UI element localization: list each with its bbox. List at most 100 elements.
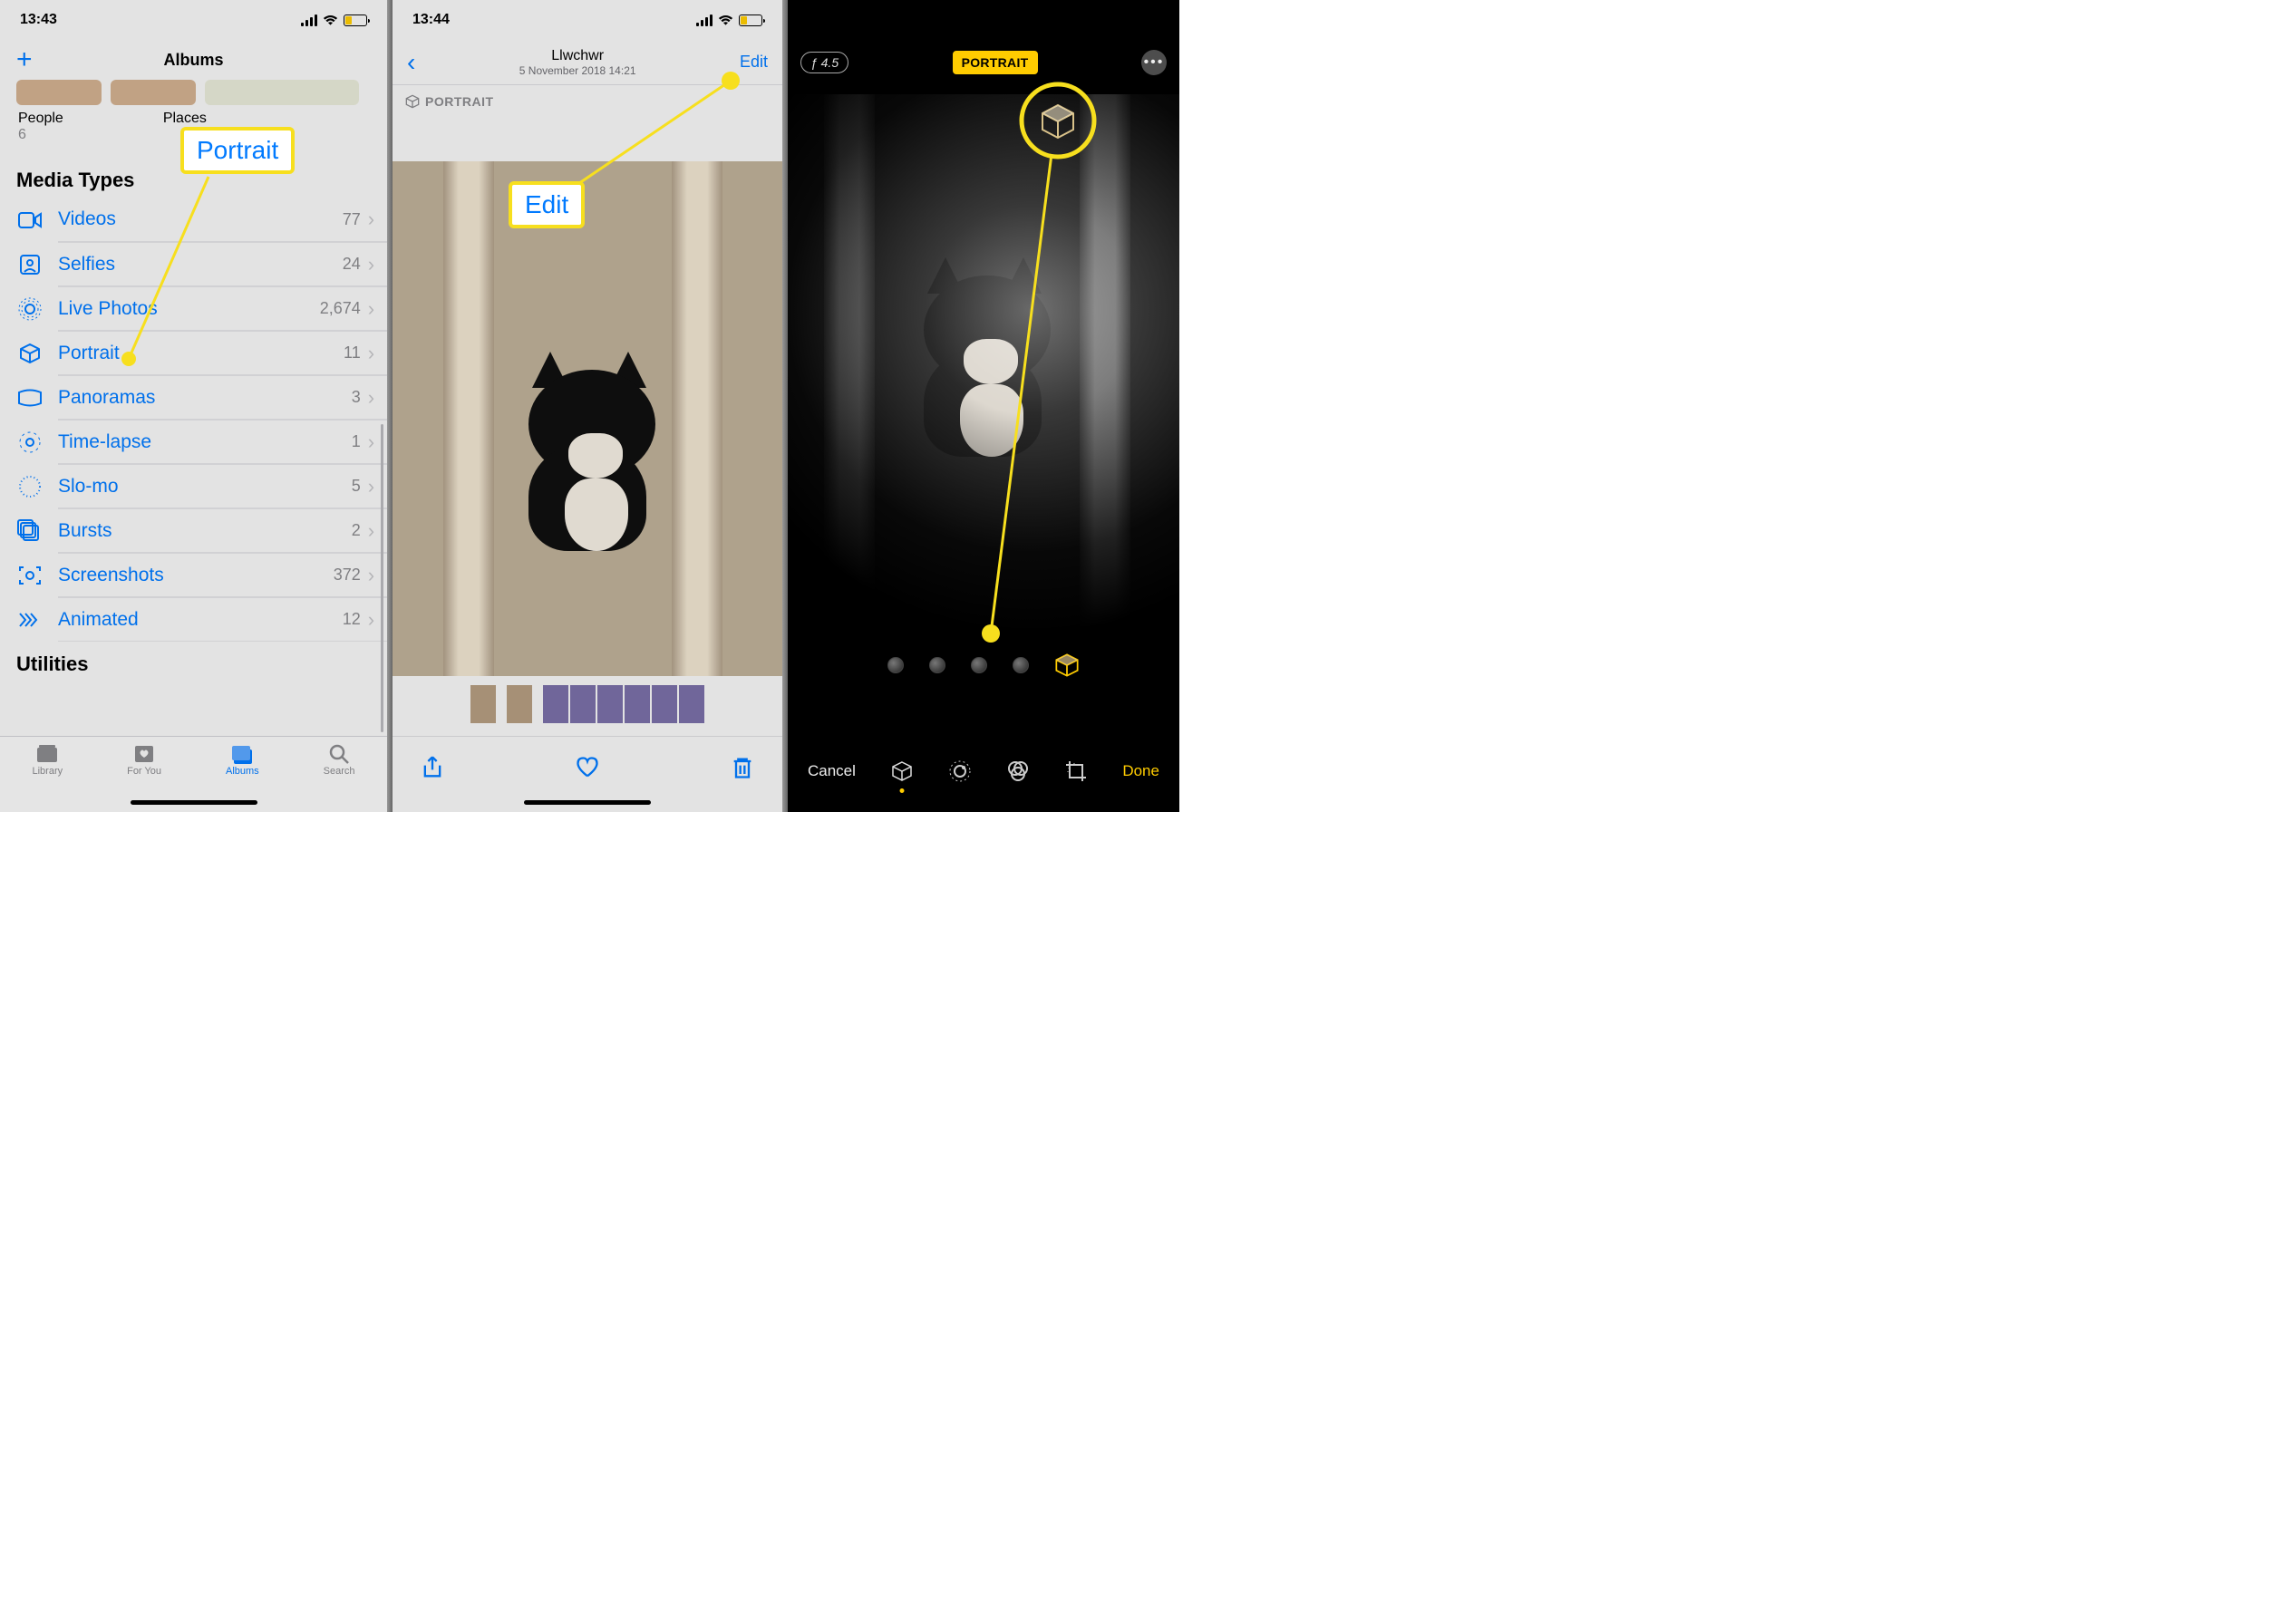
aperture-button[interactable]: ƒ 4.5 xyxy=(800,52,848,73)
row-label: Animated xyxy=(58,609,343,631)
adjust-tool-icon[interactable] xyxy=(947,759,973,784)
video-icon xyxy=(16,207,44,234)
livephotos-icon xyxy=(16,295,44,323)
edit-photo-viewer[interactable] xyxy=(788,94,1179,633)
more-button[interactable]: ••• xyxy=(1141,50,1167,75)
search-icon xyxy=(327,744,351,764)
chevron-right-icon: › xyxy=(368,253,374,276)
chevron-right-icon: › xyxy=(368,430,374,454)
chevron-right-icon: › xyxy=(368,564,374,587)
edit-button[interactable]: Edit xyxy=(740,53,768,72)
status-right xyxy=(301,14,367,26)
row-label: Portrait xyxy=(58,343,344,364)
chevron-right-icon: › xyxy=(368,208,374,231)
slomo-icon xyxy=(16,473,44,500)
photo-location-title: Llwchwr xyxy=(519,48,636,64)
filters-tool-icon[interactable] xyxy=(1005,759,1031,784)
edit-toolbar: Cancel Done xyxy=(788,730,1179,812)
row-livephotos[interactable]: Live Photos2,674› xyxy=(0,286,387,331)
lighting-studio-icon[interactable] xyxy=(929,657,945,673)
row-animated[interactable]: Animated12› xyxy=(0,597,387,642)
home-indicator[interactable] xyxy=(131,800,257,805)
row-count: 5 xyxy=(352,477,361,496)
scroll-indicator[interactable] xyxy=(381,424,383,732)
battery-icon xyxy=(739,14,762,26)
photo-viewer[interactable] xyxy=(393,161,782,676)
timelapse-icon xyxy=(16,429,44,456)
chevron-right-icon: › xyxy=(368,342,374,365)
done-button[interactable]: Done xyxy=(1122,762,1159,780)
cellular-signal-icon xyxy=(696,14,713,26)
bursts-icon xyxy=(16,517,44,545)
status-time: 13:44 xyxy=(412,12,450,28)
animated-icon xyxy=(16,606,44,633)
phone-edit-screen: ƒ 4.5 PORTRAIT ••• Cancel xyxy=(788,0,1179,812)
lighting-natural-icon[interactable] xyxy=(887,657,904,673)
portrait-tool-icon[interactable] xyxy=(889,759,915,784)
thumbnail[interactable] xyxy=(470,685,496,723)
row-label: Videos xyxy=(58,208,343,230)
row-count: 77 xyxy=(343,210,361,229)
status-right xyxy=(696,14,762,26)
nav-title: Albums xyxy=(164,51,224,70)
places-tile[interactable] xyxy=(205,80,359,105)
lighting-style-selector[interactable] xyxy=(788,652,1179,678)
row-label: Bursts xyxy=(58,520,352,542)
screenshots-icon xyxy=(16,562,44,589)
cube-icon xyxy=(16,340,44,367)
row-count: 3 xyxy=(352,388,361,407)
row-label: Selfies xyxy=(58,254,343,276)
row-label: Live Photos xyxy=(58,298,320,320)
thumbnail[interactable] xyxy=(679,685,704,723)
photo-date-subtitle: 5 November 2018 14:21 xyxy=(519,64,636,77)
tab-library[interactable]: Library xyxy=(32,744,63,812)
row-portrait[interactable]: Portrait11› xyxy=(0,331,387,375)
phone-photo-detail-screen: 13:44 ‹ Llwchwr 5 November 2018 14:21 Ed… xyxy=(393,0,782,812)
row-videos[interactable]: Videos77 › xyxy=(0,198,387,242)
thumbnail-strip[interactable] xyxy=(393,685,782,725)
row-label: Panoramas xyxy=(58,387,352,409)
row-screenshots[interactable]: Screenshots372› xyxy=(0,553,387,597)
status-bar: 13:43 xyxy=(0,0,387,40)
row-bursts[interactable]: Bursts2› xyxy=(0,508,387,553)
cellular-signal-icon xyxy=(301,14,317,26)
selfies-icon xyxy=(16,251,44,278)
portrait-mode-pill[interactable]: PORTRAIT xyxy=(953,51,1038,74)
albums-icon xyxy=(230,744,254,764)
people-tile[interactable] xyxy=(16,80,102,105)
row-panoramas[interactable]: Panoramas3› xyxy=(0,375,387,420)
row-label: Screenshots xyxy=(58,565,334,586)
row-count: 2,674 xyxy=(320,299,361,318)
row-label: Slo-mo xyxy=(58,476,352,498)
row-count: 2 xyxy=(352,521,361,540)
thumbnail[interactable] xyxy=(652,685,677,723)
crop-tool-icon[interactable] xyxy=(1063,759,1089,784)
utilities-header: Utilities xyxy=(0,642,387,682)
lighting-stage-icon[interactable] xyxy=(1013,657,1029,673)
heart-icon[interactable] xyxy=(575,755,600,780)
thumbnail[interactable] xyxy=(543,685,568,723)
people-tile-2[interactable] xyxy=(111,80,196,105)
cancel-button[interactable]: Cancel xyxy=(808,762,856,780)
places-label: Places xyxy=(163,111,207,127)
lighting-highkey-cube-icon[interactable] xyxy=(1054,652,1080,678)
lighting-contour-icon[interactable] xyxy=(971,657,987,673)
status-bar: 13:44 xyxy=(393,0,782,40)
home-indicator[interactable] xyxy=(524,800,651,805)
thumbnail[interactable] xyxy=(597,685,623,723)
edit-nav-bar: ƒ 4.5 PORTRAIT ••• xyxy=(788,40,1179,85)
thumbnail-current[interactable] xyxy=(507,685,532,723)
row-selfies[interactable]: Selfies24› xyxy=(0,242,387,286)
thumbnail[interactable] xyxy=(570,685,596,723)
chevron-right-icon: › xyxy=(368,475,374,498)
add-button[interactable]: + xyxy=(16,44,33,75)
row-slomo[interactable]: Slo-mo5 › xyxy=(0,464,387,508)
row-timelapse[interactable]: Time-lapse1› xyxy=(0,420,387,464)
library-icon xyxy=(35,744,59,764)
thumbnail[interactable] xyxy=(625,685,650,723)
tab-search[interactable]: Search xyxy=(324,744,355,812)
row-label: Time-lapse xyxy=(58,431,352,453)
back-button[interactable]: ‹ xyxy=(407,48,415,77)
trash-icon[interactable] xyxy=(730,755,755,780)
share-icon[interactable] xyxy=(420,755,445,780)
